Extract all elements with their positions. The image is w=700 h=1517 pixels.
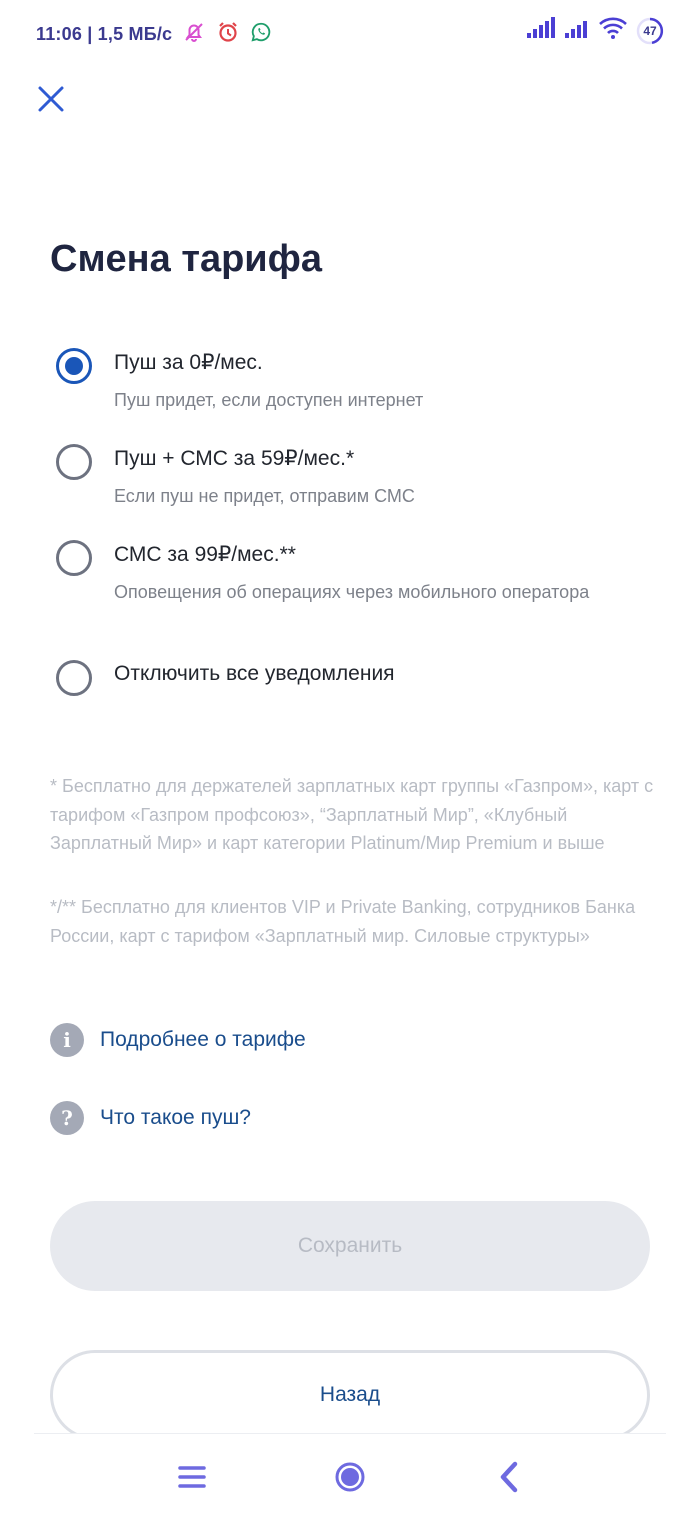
radio-unchecked[interactable] — [56, 660, 92, 696]
signal-icon — [526, 17, 556, 44]
alarm-icon — [216, 20, 240, 49]
what-is-push-label: Что такое пуш? — [100, 1106, 251, 1129]
radio-checked[interactable] — [56, 348, 92, 384]
back-button[interactable]: Назад — [50, 1350, 650, 1440]
wifi-icon — [598, 16, 628, 45]
radio-unchecked[interactable] — [56, 540, 92, 576]
tariff-info-link[interactable]: i Подробнее о тарифе — [50, 1023, 306, 1057]
option-disable-all[interactable]: Отключить все уведомления — [50, 654, 650, 704]
status-left: 11:06 | 1,5 МБ/с — [36, 20, 272, 49]
nav-back-button[interactable] — [487, 1455, 531, 1499]
nav-divider — [34, 1433, 666, 1434]
tariff-info-label: Подробнее о тарифе — [100, 1028, 306, 1051]
radio-unchecked[interactable] — [56, 444, 92, 480]
option-label: Пуш за 0₽/мес. — [114, 351, 263, 374]
page-title: Смена тарифа — [50, 238, 323, 280]
option-label: СМС за 99₽/мес.** — [114, 543, 296, 566]
info-icon: i — [50, 1023, 84, 1057]
footnote-1: * Бесплатно для держателей зарплатных ка… — [50, 776, 654, 853]
nav-menu-button[interactable] — [170, 1455, 214, 1499]
close-button[interactable] — [30, 78, 72, 120]
home-circle-icon — [335, 1462, 365, 1492]
status-right: 47 — [526, 16, 664, 45]
footnote-2: */** Бесплатно для клиентов VIP и Privat… — [50, 897, 636, 946]
nav-home-button[interactable] — [328, 1455, 372, 1499]
muted-bell-icon — [182, 20, 206, 49]
option-sms[interactable]: СМС за 99₽/мес.** Оповещения об операция… — [50, 534, 650, 634]
system-nav-bar — [0, 1433, 700, 1517]
close-icon — [38, 86, 64, 112]
option-push-free[interactable]: Пуш за 0₽/мес. Пуш придет, если доступен… — [50, 342, 650, 422]
option-label: Отключить все уведомления — [114, 662, 395, 685]
option-push-sms[interactable]: Пуш + СМС за 59₽/мес.* Если пуш не приде… — [50, 438, 650, 518]
signal-icon-2 — [564, 17, 590, 44]
battery-icon: 47 — [636, 17, 664, 45]
status-time-speed: 11:06 | 1,5 МБ/с — [36, 24, 173, 44]
option-label: Пуш + СМС за 59₽/мес.* — [114, 447, 355, 470]
back-chevron-icon — [500, 1461, 518, 1493]
what-is-push-link[interactable]: ? Что такое пуш? — [50, 1101, 251, 1135]
whatsapp-icon — [250, 21, 272, 48]
save-button[interactable]: Сохранить — [50, 1201, 650, 1291]
option-description: Если пуш не придет, отправим СМС — [114, 486, 415, 506]
option-description: Пуш придет, если доступен интернет — [114, 390, 424, 410]
battery-level: 47 — [643, 23, 657, 38]
question-icon: ? — [50, 1101, 84, 1135]
menu-icon — [178, 1466, 206, 1488]
status-bar: 11:06 | 1,5 МБ/с 47 — [36, 16, 664, 48]
option-description: Оповещения об операциях через мобильного… — [114, 582, 590, 602]
